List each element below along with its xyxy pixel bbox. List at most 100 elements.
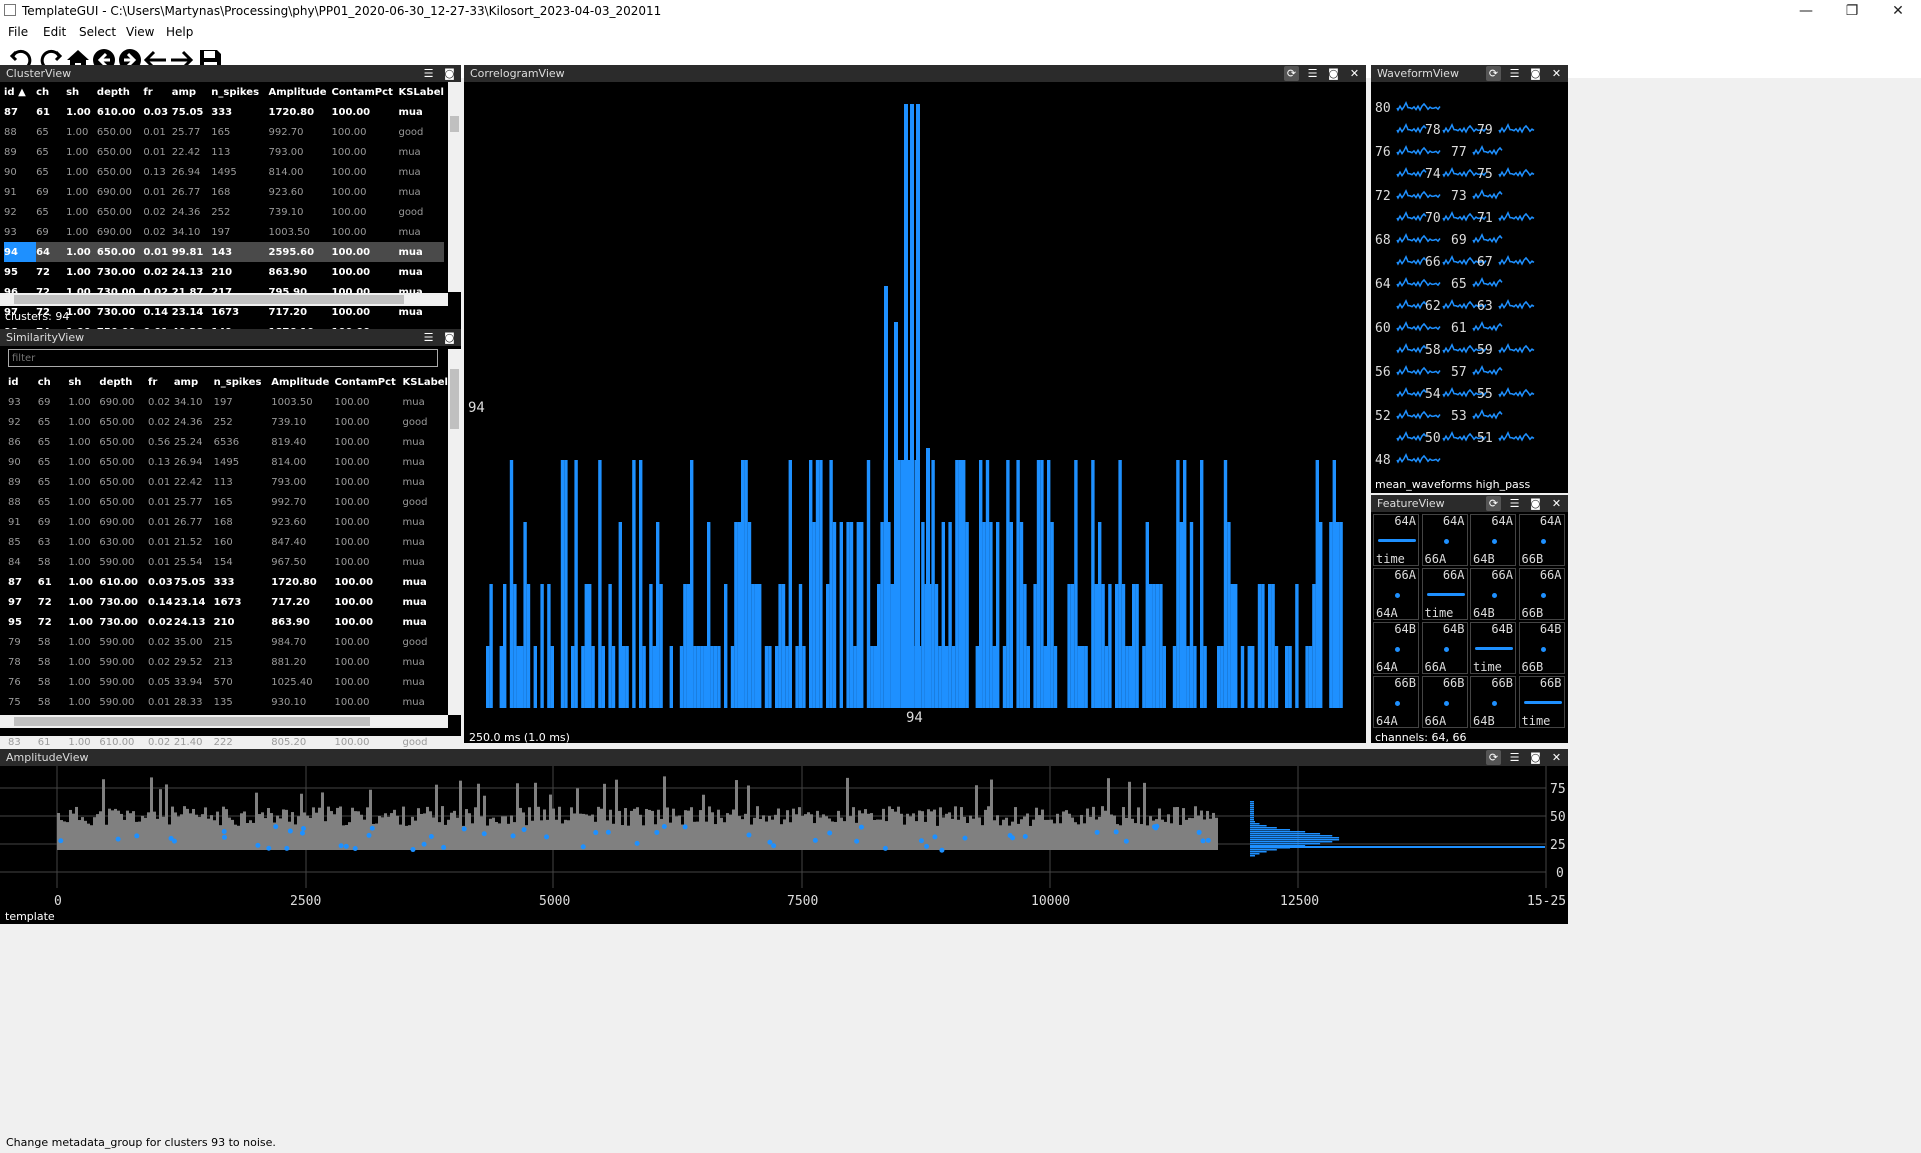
table-row[interactable]: 97 72 1.00 730.00 0.14 23.14 1673 717.20 100.00 m…	[8, 592, 448, 612]
camera-icon[interactable]: ◙	[1528, 750, 1543, 765]
column-header[interactable]: id	[8, 372, 38, 392]
feature-subplot[interactable]: 64B 66A	[1421, 622, 1468, 674]
table-row[interactable]: 78 58 1.00 590.00 0.02 29.52 213 881.20 100.00 mu…	[8, 652, 448, 672]
column-header[interactable]: depth	[97, 82, 144, 102]
column-header[interactable]: ContamPct	[332, 82, 399, 102]
feature-subplot[interactable]: 66A time	[1421, 568, 1468, 620]
close-icon[interactable]: ✕	[1549, 496, 1564, 511]
feature-subplot[interactable]: 64B 66B	[1518, 622, 1565, 674]
column-header[interactable]: sh	[68, 372, 99, 392]
close-icon[interactable]: ✕	[1549, 750, 1564, 765]
menu-icon[interactable]: ☰	[1507, 496, 1522, 511]
table-row[interactable]: 91 69 1.00 690.00 0.01 26.77 168 923.60 100.00 mu…	[4, 182, 444, 202]
column-header[interactable]: sh	[66, 82, 97, 102]
table-row[interactable]: 90 65 1.00 650.00 0.13 26.94 1495 814.00 100.00 m…	[8, 452, 448, 472]
table-row[interactable]: 92 65 1.00 650.00 0.02 24.36 252 739.10 100.00 go…	[4, 202, 444, 222]
camera-icon[interactable]: ◙	[442, 330, 457, 345]
table-row[interactable]: 85 63 1.00 630.00 0.01 21.52 160 847.40 100.00 mu…	[8, 532, 448, 552]
column-header[interactable]: ContamPct	[334, 372, 402, 392]
scroll-thumb[interactable]	[450, 369, 459, 429]
column-header[interactable]: ch	[36, 82, 66, 102]
feature-subplot[interactable]: 66A 64A	[1373, 568, 1419, 620]
filter-input[interactable]	[8, 349, 438, 367]
table-row[interactable]: 76 58 1.00 590.00 0.05 33.94 570 1025.40 100.00 m…	[8, 672, 448, 692]
camera-icon[interactable]: ◙	[1528, 66, 1543, 81]
table-row[interactable]: 88 65 1.00 650.00 0.01 25.77 165 992.70 100.00 go…	[8, 492, 448, 512]
table-row[interactable]: 90 65 1.00 650.00 0.13 26.94 1495 814.00 100.00 m…	[4, 162, 444, 182]
menu-icon[interactable]: ☰	[1305, 66, 1320, 81]
column-header[interactable]: KSLabel	[398, 82, 444, 102]
camera-icon[interactable]: ◙	[1528, 496, 1543, 511]
waveform-plot[interactable]: 80 76 72 68 64 60 56 52 48 78 74 70 66 62 58 54 50 77 73 69…	[1371, 82, 1568, 472]
camera-icon[interactable]: ◙	[1326, 66, 1341, 81]
feature-subplot[interactable]: 66A 66B	[1518, 568, 1565, 620]
table-row[interactable]: 91 69 1.00 690.00 0.01 26.77 168 923.60 100.00 mu…	[8, 512, 448, 532]
feature-subplot[interactable]: 66B 64B	[1470, 676, 1516, 728]
column-header[interactable]: fr	[143, 82, 171, 102]
table-row[interactable]: 79 58 1.00 590.00 0.02 35.00 215 984.70 100.00 go…	[8, 632, 448, 652]
feature-grid[interactable]: 64A time 64A 66A 64A 64B 64A 66B 66A 64A 66A time 66…	[1373, 514, 1568, 729]
maximize-button[interactable]: ❐	[1829, 0, 1875, 22]
column-header[interactable]: id ▲	[4, 82, 36, 102]
menu-icon[interactable]: ☰	[421, 330, 436, 345]
table-row[interactable]: 93 69 1.00 690.00 0.02 34.10 197 1003.50 100.00 m…	[8, 392, 448, 412]
minimize-button[interactable]: —	[1783, 0, 1829, 22]
table-row[interactable]: 84 58 1.00 590.00 0.01 25.54 154 967.50 100.00 mu…	[8, 552, 448, 572]
scroll-thumb[interactable]	[14, 295, 404, 304]
similarity-hscroll[interactable]	[0, 715, 448, 728]
close-window-button[interactable]: ✕	[1875, 0, 1921, 22]
column-header[interactable]: amp	[174, 372, 214, 392]
menu-edit[interactable]: Edit	[43, 25, 66, 39]
table-row[interactable]: 94 64 1.00 650.00 0.01 99.81 143 2595.60 100.00 m…	[4, 242, 444, 262]
scroll-thumb[interactable]	[450, 116, 459, 132]
column-header[interactable]: KSLabel	[403, 372, 449, 392]
feature-subplot[interactable]: 64A time	[1373, 514, 1419, 566]
sync-icon[interactable]: ⟳	[1486, 66, 1501, 81]
table-row[interactable]: 88 65 1.00 650.00 0.01 25.77 165 992.70 100.00 go…	[4, 122, 444, 142]
sync-icon[interactable]: ⟳	[1486, 496, 1501, 511]
column-header[interactable]: n_spikes	[211, 82, 268, 102]
table-row[interactable]: 95 72 1.00 730.00 0.02 24.13 210 863.90 100.00 mu…	[4, 262, 444, 282]
column-header[interactable]: Amplitude	[271, 372, 334, 392]
table-row[interactable]: 86 65 1.00 650.00 0.56 25.24 6536 819.40 100.00 m…	[8, 432, 448, 452]
table-row[interactable]: 92 65 1.00 650.00 0.02 24.36 252 739.10 100.00 go…	[8, 412, 448, 432]
feature-subplot[interactable]: 64A 66B	[1518, 514, 1565, 566]
cluster-vscroll[interactable]	[448, 82, 461, 292]
table-row[interactable]: 95 72 1.00 730.00 0.02 24.13 210 863.90 100.00 mu…	[8, 612, 448, 632]
cluster-hscroll[interactable]	[0, 293, 448, 306]
close-icon[interactable]: ✕	[1549, 66, 1564, 81]
table-row[interactable]: 75 58 1.00 590.00 0.01 28.33 135 930.10 100.00 mu…	[8, 692, 448, 712]
menu-view[interactable]: View	[126, 25, 154, 39]
table-row[interactable]: 93 69 1.00 690.00 0.02 34.10 197 1003.50 100.00 m…	[4, 222, 444, 242]
column-header[interactable]: ch	[38, 372, 69, 392]
column-header[interactable]: depth	[99, 372, 148, 392]
feature-subplot[interactable]: 66B 66A	[1421, 676, 1468, 728]
column-header[interactable]: fr	[148, 372, 174, 392]
menu-file[interactable]: File	[8, 25, 28, 39]
feature-subplot[interactable]: 64A 66A	[1421, 514, 1468, 566]
similarity-vscroll[interactable]	[448, 349, 461, 715]
menu-icon[interactable]: ☰	[1507, 750, 1522, 765]
camera-icon[interactable]: ◙	[442, 66, 457, 81]
sync-icon[interactable]: ⟳	[1284, 66, 1299, 81]
menu-icon[interactable]: ☰	[1507, 66, 1522, 81]
sync-icon[interactable]: ⟳	[1486, 750, 1501, 765]
feature-subplot[interactable]: 64B 64A	[1373, 622, 1419, 674]
column-header[interactable]: amp	[172, 82, 212, 102]
feature-subplot[interactable]: 66B 64A	[1373, 676, 1419, 728]
menu-help[interactable]: Help	[166, 25, 193, 39]
menu-icon[interactable]: ☰	[421, 66, 436, 81]
column-header[interactable]: Amplitude	[268, 82, 331, 102]
feature-subplot[interactable]: 64A 64B	[1470, 514, 1516, 566]
scroll-thumb[interactable]	[14, 717, 370, 726]
feature-subplot[interactable]: 64B time	[1470, 622, 1516, 674]
menu-select[interactable]: Select	[79, 25, 116, 39]
feature-subplot[interactable]: 66B time	[1518, 676, 1565, 728]
feature-subplot[interactable]: 66A 64B	[1470, 568, 1516, 620]
table-row[interactable]: 89 65 1.00 650.00 0.01 22.42 113 793.00 100.00 mu…	[8, 472, 448, 492]
column-header[interactable]: n_spikes	[214, 372, 272, 392]
correlogram-plot[interactable]: 94 94	[464, 82, 1366, 722]
table-row[interactable]: 87 61 1.00 610.00 0.03 75.05 333 1720.80 100.00 m…	[8, 572, 448, 592]
close-icon[interactable]: ✕	[1347, 66, 1362, 81]
table-row[interactable]: 87 61 1.00 610.00 0.03 75.05 333 1720.80 100.00 m…	[4, 102, 444, 122]
